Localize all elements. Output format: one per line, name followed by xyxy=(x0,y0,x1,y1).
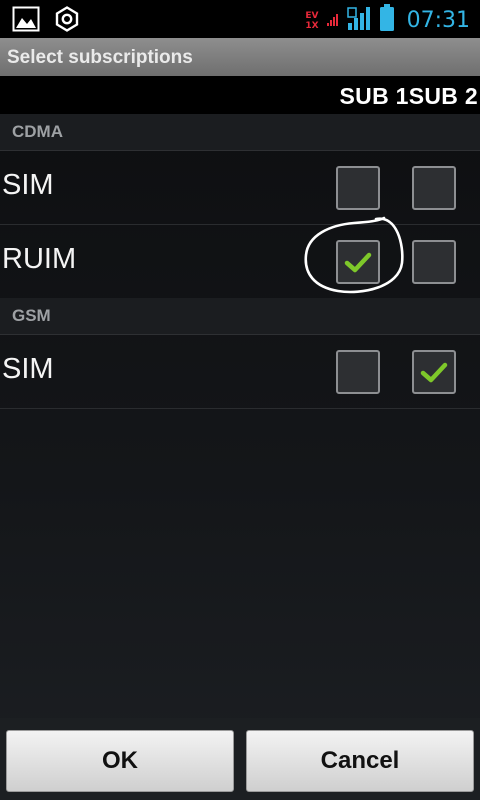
image-notification-icon xyxy=(12,6,40,37)
row-label: SIM xyxy=(2,169,54,201)
section-label: GSM xyxy=(12,306,51,325)
checkbox-sub1[interactable] xyxy=(336,350,380,394)
dialog-button-bar: OK Cancel xyxy=(0,718,480,800)
checkmark-icon xyxy=(420,362,448,383)
checkbox-sub1[interactable] xyxy=(336,166,380,210)
row-label: SIM xyxy=(2,353,54,385)
section-header-gsm: GSM xyxy=(0,298,480,335)
network-type-indicator: EV 1X xyxy=(305,11,318,31)
hexagon-settings-icon xyxy=(54,6,80,37)
dialog-title: Select subscriptions xyxy=(7,47,193,68)
status-clock: 07:31 xyxy=(406,8,470,33)
battery-icon xyxy=(379,4,395,37)
network-1x-label: 1X xyxy=(305,20,319,31)
dialog-title-bar: Select subscriptions xyxy=(0,38,480,76)
subscription-column-header: SUB 1SUB 2 xyxy=(0,76,480,115)
red-signal-icon xyxy=(326,6,339,35)
signal-strength-icon xyxy=(346,5,371,36)
section-label: CDMA xyxy=(12,122,63,141)
cancel-button[interactable]: Cancel xyxy=(246,730,474,792)
ok-button[interactable]: OK xyxy=(6,730,234,792)
list-item-cdma-ruim: RUIM xyxy=(0,216,480,299)
list-item-cdma-sim: SIM xyxy=(0,151,480,225)
column-header-label: SUB 1SUB 2 xyxy=(339,83,478,109)
list-item-gsm-sim: SIM xyxy=(0,335,480,409)
row-label: RUIM xyxy=(2,243,77,275)
checkbox-sub2[interactable] xyxy=(412,166,456,210)
hand-drawn-circle-annotation xyxy=(304,216,404,294)
network-ev-label: EV xyxy=(305,10,319,21)
section-header-cdma: CDMA xyxy=(0,114,480,151)
checkbox-sub2[interactable] xyxy=(412,350,456,394)
status-bar: EV 1X 07:31 xyxy=(0,0,480,38)
checkbox-sub2[interactable] xyxy=(412,240,456,284)
